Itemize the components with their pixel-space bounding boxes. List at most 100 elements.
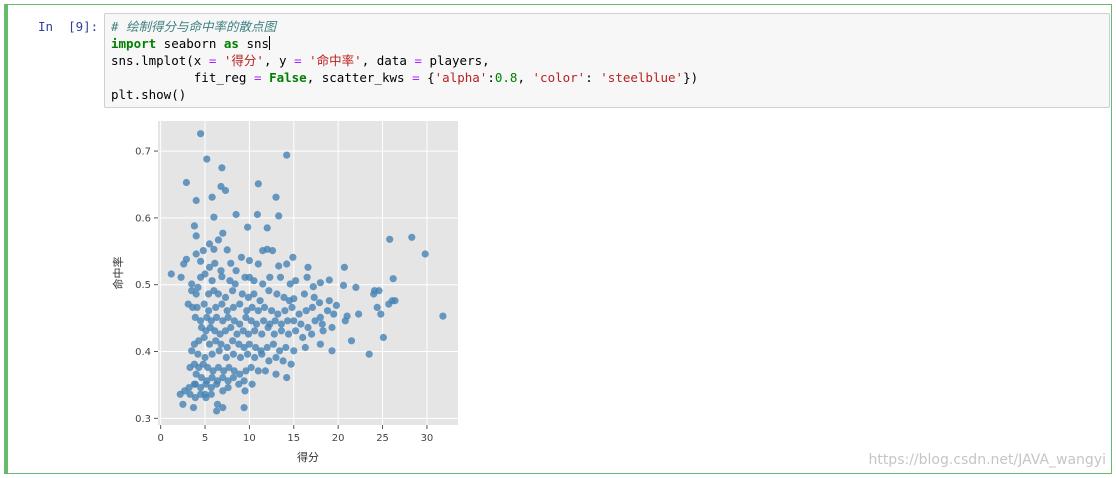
scatter-point [229,337,237,345]
scatter-point [207,390,215,398]
scatter-point [223,343,231,352]
scatter-point [275,212,283,220]
scatter-point [316,340,324,348]
scatter-point [263,224,271,232]
scatter-point [254,367,262,375]
scatter-point [256,297,264,305]
scatter-point [328,347,336,355]
scatter-point [377,310,385,318]
scatter-point [272,353,280,362]
scatter-point [283,374,291,382]
scatter-point [310,293,318,301]
scatter-point [292,277,300,285]
scatter-point [308,330,316,338]
scatter-point [218,273,226,281]
scatter-point [244,350,252,358]
code-token: '得分' [223,53,264,68]
scatter-point [268,307,276,315]
scatter-point [273,290,281,298]
scatter-point [328,323,336,332]
scatter-point [205,307,213,315]
scatter-point [219,404,227,412]
scatter-point [260,303,269,311]
x-tick-label: 0 [157,433,163,444]
scatter-point [229,303,237,311]
scatter-point [299,333,307,342]
scatter-point [201,353,209,362]
scatter-point [332,301,340,309]
code-token: , data [361,53,415,68]
scatter-point [179,400,187,408]
scatter-point [215,347,223,355]
scatter-point [304,263,312,271]
scatter-point [268,247,277,255]
scatter-point [212,303,220,311]
scatter-point [210,245,218,253]
scatter-point [250,277,258,285]
scatter-point [240,404,248,412]
code-token: , y [263,53,295,68]
scatter-point [227,323,235,332]
scatter-point [282,343,290,352]
scatter-point [279,357,287,365]
scatter-point [200,333,208,342]
scatter-point [304,323,312,332]
code-token: : [585,70,601,85]
scatter-point [263,343,271,352]
scatter-point [319,327,327,335]
scatter-point [233,330,241,338]
code-editor[interactable]: # 绘制得分与命中率的散点图 import seaborn as sns sns… [104,13,1110,108]
scatter-point [236,300,244,308]
scatter-point [188,347,196,355]
notebook-cell[interactable]: In [9]: # 绘制得分与命中率的散点图 import seaborn as… [4,4,1112,474]
text-cursor [269,36,271,50]
code-token: 0.8 [494,70,518,85]
scatter-point [318,320,326,328]
scatter-point [347,337,356,345]
y-tick-label: 0.5 [135,280,151,291]
code-token: : [487,70,495,85]
scatter-point [200,300,208,308]
scatter-point [188,280,196,288]
scatter-point [311,317,319,325]
scatter-point [315,299,324,307]
scatter-point [252,320,261,328]
scatter-point [287,360,295,368]
scatter-point [297,320,305,328]
code-text[interactable]: # 绘制得分与命中率的散点图 import seaborn as sns sns… [111,18,698,103]
scatter-point [229,287,237,295]
scatter-point [192,232,200,240]
scatter-point [201,270,209,278]
scatter-point [276,273,285,281]
scatter-point [193,303,201,311]
scatter-point [237,253,245,261]
scatter-point [288,303,296,311]
scatter-point [283,260,291,268]
code-token: = [254,70,262,85]
x-tick-label: 20 [332,433,345,444]
scatter-point [197,317,205,325]
scatter-point [289,253,297,261]
scatter-point [210,213,218,221]
code-token: players, [421,53,490,68]
scatter-point [229,350,237,358]
x-tick-label: 30 [421,433,434,444]
scatter-point [199,247,207,255]
scatter-point [284,330,293,338]
scatter-point [223,307,231,315]
scatter-point [272,370,280,378]
scatter-point [325,297,333,305]
scatter-point [214,290,222,298]
scatter-point [217,340,225,348]
cell-output: 0 5 10 15 20 25 30 0.3 0.4 0.5 0.6 0.7 得分 命中率 [104,113,474,473]
scatter-point [339,281,348,289]
scatter-point [189,404,198,412]
x-tick-label: 25 [376,433,389,444]
scatter-point [290,317,298,325]
scatter-point [265,287,273,295]
scatter-point [264,323,272,332]
scatter-point [221,293,230,301]
scatter-point [270,330,278,338]
code-token: 'alpha' [434,70,488,85]
